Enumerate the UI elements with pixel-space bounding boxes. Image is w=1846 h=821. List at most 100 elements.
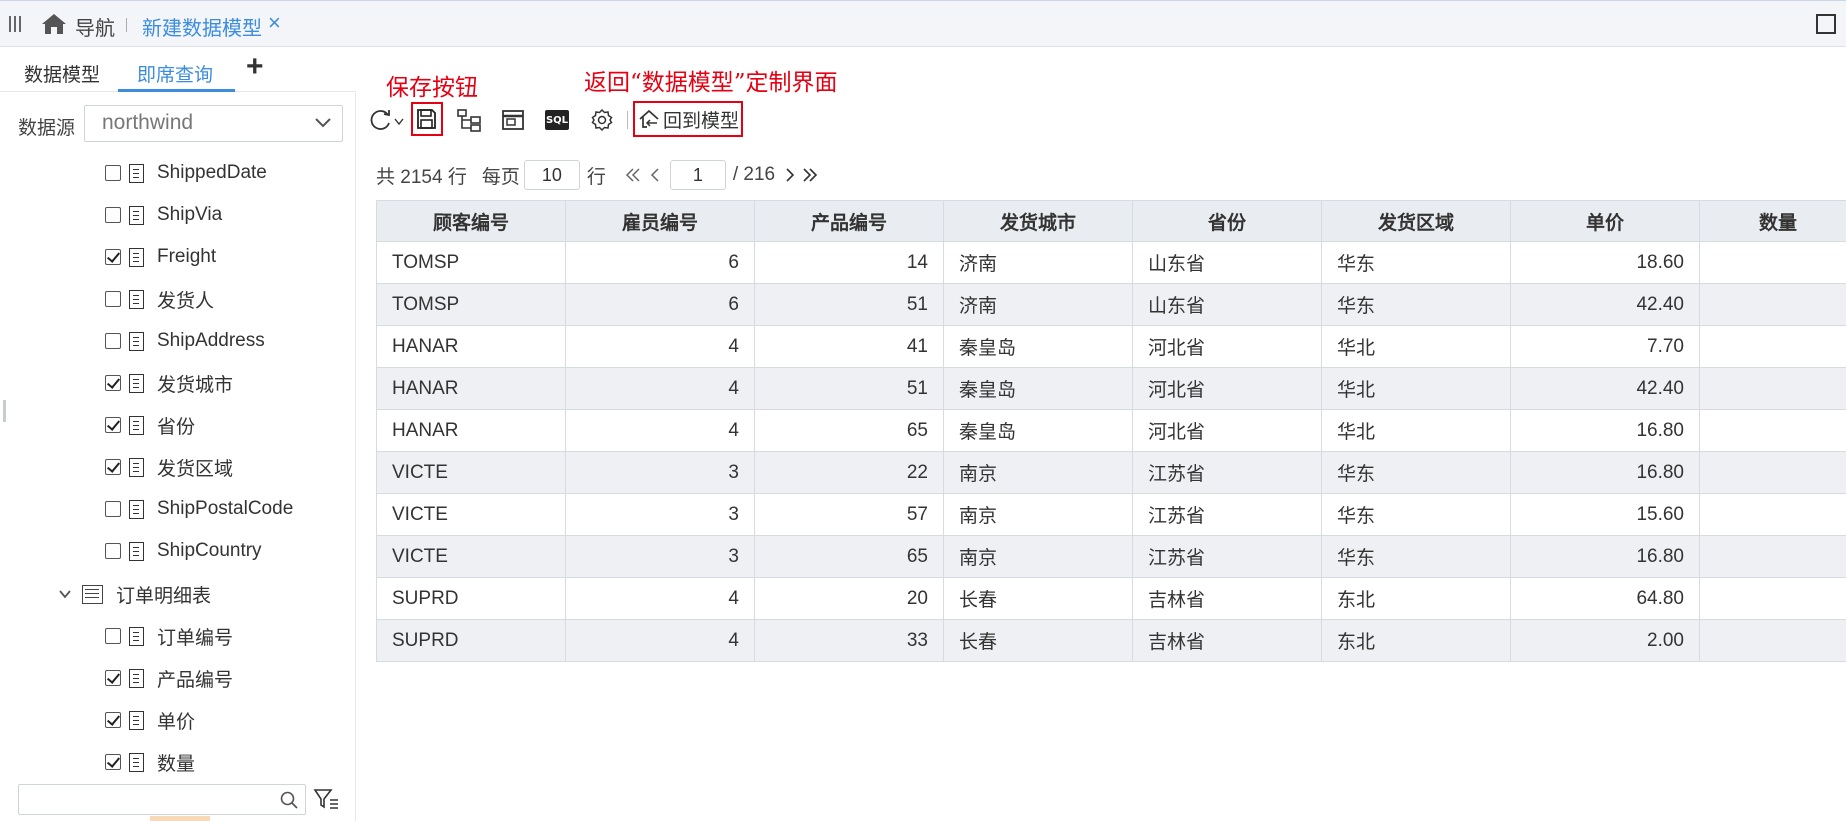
field-icon	[129, 626, 144, 646]
table-cell: 吉林省	[1132, 619, 1322, 662]
field-checkbox[interactable]	[105, 628, 121, 644]
field-search-input[interactable]	[18, 784, 306, 815]
field-checkbox[interactable]	[105, 249, 121, 265]
table-row[interactable]: VICTE 3 22 南京 江苏省 华东 16.80	[376, 451, 1846, 494]
save-button[interactable]	[411, 102, 443, 136]
field-checkbox[interactable]	[105, 333, 121, 349]
column-header[interactable]: 单价	[1510, 200, 1700, 242]
tree-field-item[interactable]: ShipCountry	[105, 536, 262, 566]
table-row[interactable]: HANAR 4 65 秦皇岛 河北省 华北 16.80	[376, 409, 1846, 452]
table-cell: TOMSP	[376, 241, 566, 284]
nav-tab-label[interactable]: 导航	[75, 12, 115, 41]
search-icon[interactable]	[279, 790, 299, 810]
top-tab-bar: 导航 新建数据模型 ×	[0, 0, 1846, 47]
column-header[interactable]: 数量	[1699, 200, 1846, 242]
table-row[interactable]: VICTE 3 65 南京 江苏省 华东 16.80	[376, 535, 1846, 578]
tree-field-item[interactable]: 发货人	[105, 284, 214, 314]
table-cell: 秦皇岛	[943, 325, 1133, 368]
maximize-icon[interactable]	[1816, 14, 1836, 34]
datasource-select[interactable]: northwind	[84, 105, 343, 142]
tree-field-item[interactable]: ShipAddress	[105, 326, 265, 356]
refresh-icon[interactable]	[368, 107, 394, 133]
tree-field-item[interactable]: ShippedDate	[105, 158, 267, 188]
tab-data-model[interactable]: 数据模型	[24, 60, 100, 87]
table-cell: 16.80	[1510, 451, 1700, 494]
table-cell: 河北省	[1132, 367, 1322, 410]
field-checkbox[interactable]	[105, 375, 121, 391]
field-checkbox[interactable]	[105, 417, 121, 433]
sql-icon[interactable]: SQL	[545, 110, 569, 130]
column-header[interactable]: 发货城市	[943, 200, 1133, 242]
table-cell: 东北	[1321, 619, 1511, 662]
table-row[interactable]: SUPRD 4 20 长春 吉林省 东北 64.80	[376, 577, 1846, 620]
home-icon[interactable]	[41, 12, 67, 36]
datasource-value: northwind	[102, 111, 194, 134]
table-row[interactable]: HANAR 4 41 秦皇岛 河北省 华北 7.70	[376, 325, 1846, 368]
next-page-icon[interactable]	[781, 166, 799, 184]
tree-field-label: 单价	[157, 711, 196, 733]
refresh-dropdown-icon[interactable]	[394, 118, 404, 126]
table-cell: 3	[565, 451, 755, 494]
back-to-model-button[interactable]: 回到模型	[633, 101, 743, 137]
column-header[interactable]: 产品编号	[754, 200, 944, 242]
field-checkbox[interactable]	[105, 291, 121, 307]
column-header[interactable]: 雇员编号	[565, 200, 755, 242]
tree-field-item[interactable]: ShipVia	[105, 200, 222, 230]
table-icon	[82, 584, 103, 604]
prev-page-icon[interactable]	[646, 166, 664, 184]
table-cell: HANAR	[376, 367, 566, 410]
tree-field-item[interactable]: 单价	[105, 705, 195, 735]
tree-field-item[interactable]: Freight	[105, 242, 216, 272]
table-row[interactable]: TOMSP 6 14 济南 山东省 华东 18.60	[376, 241, 1846, 284]
tab-adhoc-query[interactable]: 即席查询	[137, 60, 213, 87]
tree-node-order-detail-table[interactable]: 订单明细表	[58, 579, 211, 609]
column-header[interactable]: 省份	[1132, 200, 1322, 242]
first-page-icon[interactable]	[624, 166, 642, 184]
table-cell: 64.80	[1510, 577, 1700, 620]
tree-field-label: 省份	[157, 416, 196, 438]
table-cell: VICTE	[376, 493, 566, 536]
field-checkbox[interactable]	[105, 459, 121, 475]
tree-field-label: 发货人	[157, 290, 215, 312]
tree-field-item[interactable]: ShipPostalCode	[105, 494, 293, 524]
tree-field-item[interactable]: 数量	[105, 747, 195, 777]
field-checkbox[interactable]	[105, 501, 121, 517]
per-page-label: 每页	[481, 166, 520, 188]
column-header[interactable]: 顾客编号	[376, 200, 566, 242]
field-checkbox[interactable]	[105, 543, 121, 559]
tree-field-item[interactable]: 省份	[105, 410, 195, 440]
last-page-icon[interactable]	[801, 166, 819, 184]
table-cell: 57	[754, 493, 944, 536]
field-checkbox[interactable]	[105, 207, 121, 223]
table-cell: 6	[565, 241, 755, 284]
filter-icon[interactable]	[313, 787, 339, 811]
table-cell: 51	[754, 367, 944, 410]
table-row[interactable]: TOMSP 6 51 济南 山东省 华东 42.40	[376, 283, 1846, 326]
tree-field-item[interactable]: 发货区域	[105, 452, 233, 482]
tree-field-item[interactable]: 订单编号	[105, 621, 233, 651]
chevron-down-icon[interactable]	[58, 587, 72, 601]
field-checkbox[interactable]	[105, 712, 121, 728]
table-row[interactable]: HANAR 4 51 秦皇岛 河北省 华北 42.40	[376, 367, 1846, 410]
field-checkbox[interactable]	[105, 754, 121, 770]
hierarchy-icon[interactable]	[456, 107, 482, 133]
table-cell: 秦皇岛	[943, 367, 1133, 410]
page-number-input[interactable]: 1	[669, 160, 726, 190]
field-checkbox[interactable]	[105, 670, 121, 686]
table-row[interactable]: VICTE 3 57 南京 江苏省 华东 15.60	[376, 493, 1846, 536]
table-row[interactable]: SUPRD 4 33 长春 吉林省 东北 2.00	[376, 619, 1846, 662]
field-checkbox[interactable]	[105, 165, 121, 181]
gear-icon[interactable]	[589, 107, 615, 133]
tree-field-item[interactable]: 产品编号	[105, 663, 233, 693]
close-tab-icon[interactable]: ×	[268, 10, 281, 36]
table-layout-icon[interactable]	[500, 107, 526, 133]
field-icon	[129, 541, 144, 561]
menu-handle-icon[interactable]	[9, 16, 23, 32]
tree-field-item[interactable]: 发货城市	[105, 368, 233, 398]
add-tab-button[interactable]: +	[246, 50, 264, 84]
panel-resize-handle[interactable]	[3, 400, 6, 422]
column-header[interactable]: 发货区域	[1321, 200, 1511, 242]
table-cell: 山东省	[1132, 283, 1322, 326]
tab-new-data-model[interactable]: 新建数据模型	[142, 12, 262, 41]
per-page-input[interactable]: 10	[523, 160, 580, 190]
